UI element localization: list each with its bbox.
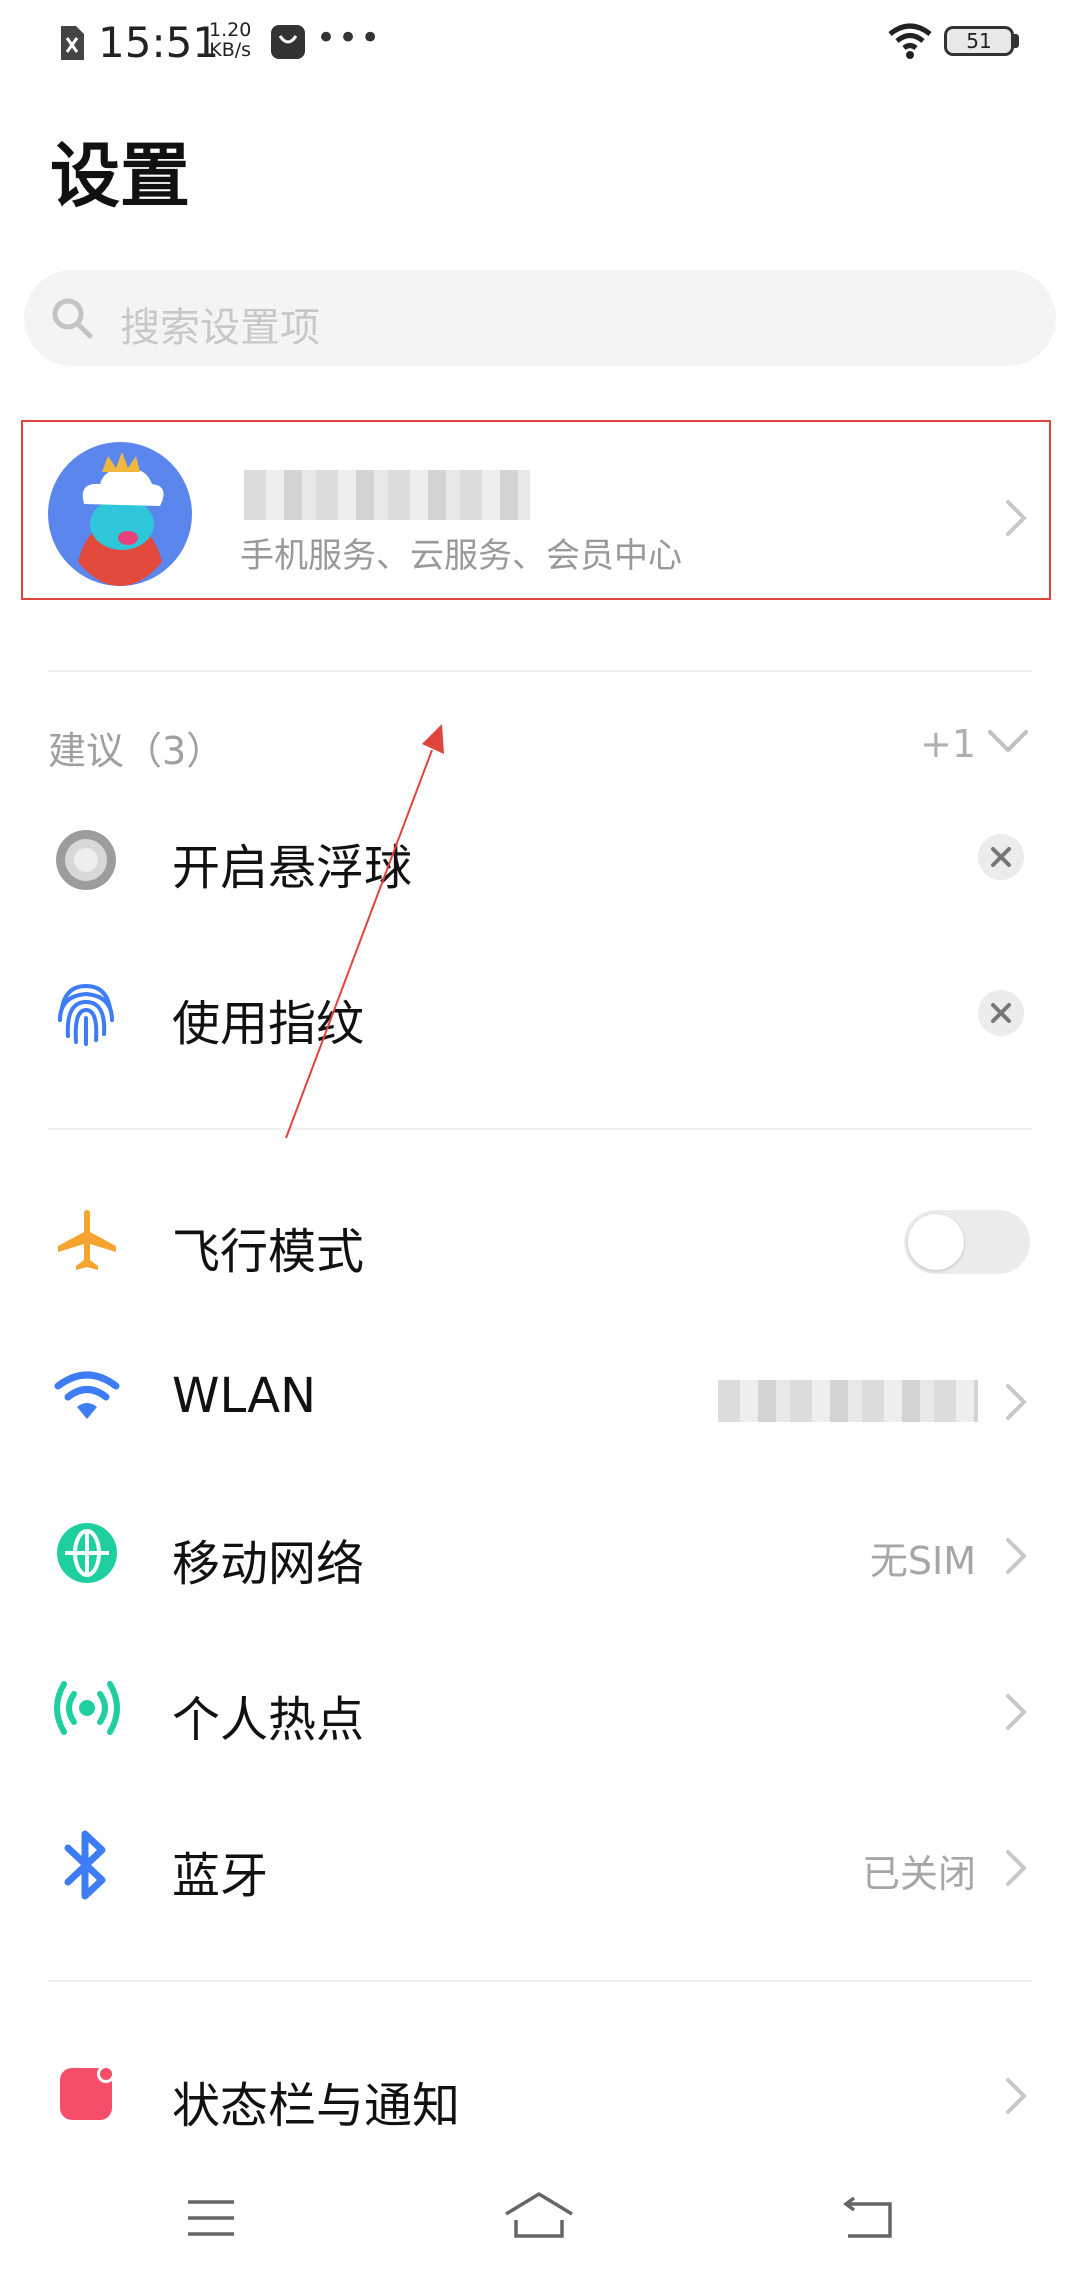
setting-personal-hotspot[interactable] xyxy=(0,1645,1080,1775)
chevron-right-icon xyxy=(1006,2078,1027,2114)
sim-error-icon xyxy=(61,26,84,60)
status-time: 15:51 xyxy=(98,18,220,67)
back-icon[interactable] xyxy=(840,2196,896,2240)
wlan-network-redacted xyxy=(718,1380,978,1422)
suggestions-label: 建议（3） xyxy=(48,729,225,773)
setting-label: WLAN xyxy=(172,1368,317,1424)
page-title: 设置 xyxy=(50,135,190,217)
chevron-right-icon xyxy=(1006,1538,1027,1574)
globe-icon xyxy=(57,1523,117,1583)
divider xyxy=(48,1128,1032,1130)
search-icon xyxy=(52,298,93,339)
hotspot-icon xyxy=(54,1681,120,1735)
setting-label: 移动网络 xyxy=(172,1536,365,1592)
speed-value: 1.20 xyxy=(209,19,252,41)
floating-ball-icon xyxy=(56,830,116,890)
setting-label: 状态栏与通知 xyxy=(172,2078,461,2134)
toggle-knob xyxy=(908,1214,964,1270)
chevron-right-icon xyxy=(1006,500,1027,536)
speed-unit: KB/s xyxy=(209,39,252,61)
network-speed: 1.20 KB/s xyxy=(209,20,251,60)
suggestion-floating-ball[interactable] xyxy=(0,805,1080,925)
battery-tip xyxy=(1014,34,1019,48)
battery-level: 51 xyxy=(966,29,992,53)
notification-icon xyxy=(60,2065,115,2120)
account-subtitle: 手机服务、云服务、会员中心 xyxy=(240,536,682,576)
close-icon[interactable] xyxy=(978,990,1024,1036)
wifi-status-icon xyxy=(888,23,932,59)
battery-icon: 51 xyxy=(944,26,1014,56)
setting-label: 个人热点 xyxy=(172,1692,365,1748)
account-name-redacted xyxy=(244,470,530,520)
annotation-arrow xyxy=(285,724,444,1139)
close-icon[interactable] xyxy=(978,834,1024,880)
setting-value: 已关闭 xyxy=(861,1852,976,1896)
divider xyxy=(48,670,1032,672)
divider xyxy=(48,1980,1032,1982)
chevron-right-icon xyxy=(1006,1694,1027,1730)
setting-status-bar-notifications[interactable] xyxy=(0,2030,1080,2160)
chevron-right-icon xyxy=(1006,1384,1027,1420)
setting-label: 蓝牙 xyxy=(172,1848,269,1904)
shopping-bag-icon xyxy=(271,25,305,59)
menu-icon[interactable] xyxy=(186,2198,236,2238)
suggestions-extra-count[interactable]: +1 xyxy=(920,722,976,766)
setting-label: 飞行模式 xyxy=(172,1224,365,1280)
chevron-down-icon[interactable] xyxy=(986,726,1030,756)
more-notifications-icon: ••• xyxy=(316,18,383,58)
search-placeholder: 搜索设置项 xyxy=(120,305,320,351)
fingerprint-icon xyxy=(58,983,114,1046)
setting-value: 无SIM xyxy=(869,1539,976,1583)
wifi-icon xyxy=(54,1371,120,1419)
suggestion-fingerprint[interactable] xyxy=(0,960,1080,1080)
status-bar: 15:51 1.20 KB/s ••• 51 xyxy=(0,0,1080,90)
airplane-icon xyxy=(58,1210,116,1270)
bluetooth-icon xyxy=(64,1830,106,1900)
home-icon[interactable] xyxy=(502,2190,576,2240)
chevron-right-icon xyxy=(1006,1850,1027,1886)
avatar[interactable] xyxy=(48,442,192,586)
